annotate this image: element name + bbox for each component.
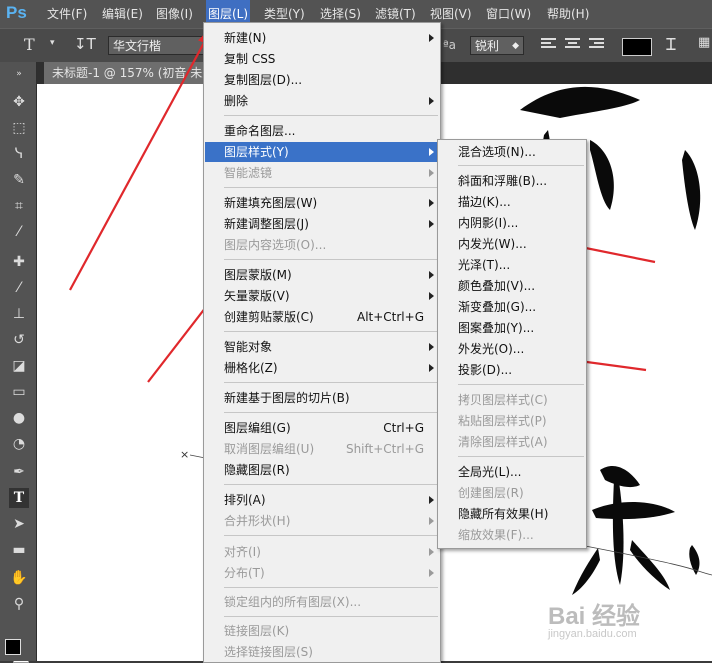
- menu-separator: [224, 259, 438, 260]
- menu-item-duplicate-layer[interactable]: 复制图层(D)...: [224, 70, 302, 90]
- shortcut-create-clipping-mask: Alt+Ctrl+G: [356, 310, 424, 324]
- menu-item-create-layers[interactable]: 创建图层(R): [458, 483, 524, 503]
- menu-item-link-layers[interactable]: 链接图层(K): [224, 621, 289, 641]
- submenu-arrow-icon: [429, 343, 434, 351]
- submenu-arrow-icon: [429, 169, 434, 177]
- menu-item-layer-content-options[interactable]: 图层内容选项(O)...: [224, 235, 326, 255]
- menu-item-gradient-overlay[interactable]: 渐变叠加(G)...: [458, 297, 536, 317]
- shortcut-group-layers: Ctrl+G: [383, 421, 424, 435]
- menu-item-new-adjustment-layer[interactable]: 新建调整图层(J): [224, 214, 309, 234]
- menu-item-stroke[interactable]: 描边(K)...: [458, 192, 511, 212]
- menu-item-clear-layer-style[interactable]: 清除图层样式(A): [458, 432, 548, 452]
- submenu-arrow-icon: [429, 364, 434, 372]
- menu-item-bevel-emboss[interactable]: 斜面和浮雕(B)...: [458, 171, 547, 191]
- menu-item-layer-style[interactable]: 图层样式(Y): [205, 142, 449, 162]
- menu-item-align[interactable]: 对齐(I): [224, 542, 261, 562]
- menu-item-satin[interactable]: 光泽(T)...: [458, 255, 510, 275]
- submenu-arrow-icon: [429, 569, 434, 577]
- menu-item-global-light[interactable]: 全局光(L)...: [458, 462, 522, 482]
- menu-item-hide-all-effects[interactable]: 隐藏所有效果(H): [458, 504, 548, 524]
- menu-item-distribute[interactable]: 分布(T): [224, 563, 265, 583]
- path-anchor-marker: ×: [180, 448, 189, 461]
- menu-item-copy-css[interactable]: 复制 CSS: [224, 49, 275, 69]
- menu-item-new-fill-layer[interactable]: 新建填充图层(W): [224, 193, 317, 213]
- menu-item-smart-filter[interactable]: 智能滤镜: [224, 163, 272, 183]
- baidu-watermark-url: jingyan.baidu.com: [548, 628, 637, 640]
- menu-item-smart-objects[interactable]: 智能对象: [224, 337, 272, 357]
- submenu-arrow-icon: [429, 292, 434, 300]
- menu-item-lock-all-layers-in-group[interactable]: 锁定组内的所有图层(X)...: [224, 592, 361, 612]
- menu-item-scale-effects[interactable]: 缩放效果(F)...: [458, 525, 534, 545]
- menu-item-copy-layer-style[interactable]: 拷贝图层样式(C): [458, 390, 548, 410]
- submenu-arrow-icon: [429, 34, 434, 42]
- submenu-arrow-icon: [429, 271, 434, 279]
- shortcut-ungroup-layers: Shift+Ctrl+G: [345, 442, 424, 456]
- menu-item-layer-mask[interactable]: 图层蒙版(M): [224, 265, 292, 285]
- submenu-arrow-icon: [429, 97, 434, 105]
- menu-item-create-clipping-mask[interactable]: 创建剪贴蒙版(C): [224, 307, 314, 327]
- menu-item-pattern-overlay[interactable]: 图案叠加(Y)...: [458, 318, 534, 338]
- menu-item-paste-layer-style[interactable]: 粘贴图层样式(P): [458, 411, 547, 431]
- menu-item-delete[interactable]: 删除: [224, 91, 248, 111]
- menu-separator: [224, 535, 438, 536]
- submenu-arrow-icon: [429, 199, 434, 207]
- menu-item-select-linked-layers[interactable]: 选择链接图层(S): [224, 642, 313, 662]
- menu-item-rasterize[interactable]: 栅格化(Z): [224, 358, 278, 378]
- menu-item-inner-glow[interactable]: 内发光(W)...: [458, 234, 527, 254]
- submenu-arrow-icon: [429, 496, 434, 504]
- menu-separator: [224, 382, 438, 383]
- menu-separator: [458, 165, 584, 166]
- layer-style-submenu: 混合选项(N)... 斜面和浮雕(B)... 描边(K)... 内阴影(I)..…: [437, 139, 587, 549]
- menu-item-color-overlay[interactable]: 颜色叠加(V)...: [458, 276, 535, 296]
- menu-separator: [224, 412, 438, 413]
- menu-separator: [458, 456, 584, 457]
- menu-item-blending-options[interactable]: 混合选项(N)...: [458, 142, 536, 162]
- menu-item-ungroup-layers[interactable]: 取消图层编组(U): [224, 439, 314, 459]
- menu-item-new-slice-from-layer[interactable]: 新建基于图层的切片(B): [224, 388, 350, 408]
- menu-item-drop-shadow[interactable]: 投影(D)...: [458, 360, 512, 380]
- menu-item-hide-layers[interactable]: 隐藏图层(R): [224, 460, 290, 480]
- menu-item-combine-shapes[interactable]: 合并形状(H): [224, 511, 290, 531]
- menu-separator: [224, 187, 438, 188]
- menu-item-vector-mask[interactable]: 矢量蒙版(V): [224, 286, 290, 306]
- menu-separator: [224, 331, 438, 332]
- layer-menu: 新建(N) 复制 CSS 复制图层(D)... 删除 重命名图层... 图层样式…: [203, 22, 449, 663]
- baidu-watermark: Bai 经验: [548, 603, 641, 630]
- menu-separator: [458, 384, 584, 385]
- menu-item-group-layers[interactable]: 图层编组(G): [224, 418, 291, 438]
- menu-item-rename-layer[interactable]: 重命名图层...: [224, 121, 295, 141]
- menu-separator: [224, 616, 438, 617]
- menu-item-outer-glow[interactable]: 外发光(O)...: [458, 339, 524, 359]
- menu-item-inner-shadow[interactable]: 内阴影(I)...: [458, 213, 518, 233]
- menu-separator: [224, 115, 438, 116]
- submenu-arrow-icon: [429, 220, 434, 228]
- submenu-arrow-icon: [429, 517, 434, 525]
- submenu-arrow-icon: [429, 548, 434, 556]
- submenu-arrow-icon: [429, 148, 434, 156]
- menu-item-new[interactable]: 新建(N): [224, 28, 266, 48]
- menu-separator: [224, 587, 438, 588]
- menu-separator: [224, 484, 438, 485]
- menu-item-arrange[interactable]: 排列(A): [224, 490, 266, 510]
